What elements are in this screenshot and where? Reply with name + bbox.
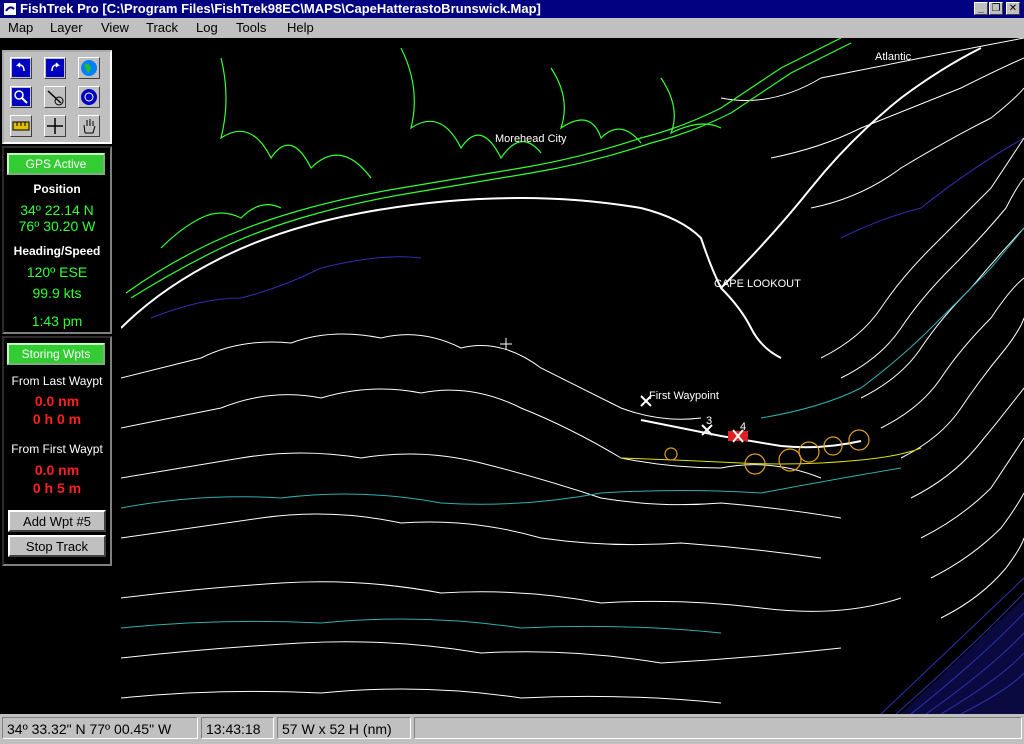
heading-speed-label: Heading/Speed xyxy=(13,244,101,258)
storing-wpts-button[interactable]: Storing Wpts xyxy=(7,343,105,365)
title-bar: FishTrek Pro [C:\Program Files\FishTrek9… xyxy=(0,0,1024,18)
app-icon xyxy=(4,3,16,15)
menu-log[interactable]: Log xyxy=(196,20,218,36)
outer-banks xyxy=(720,47,982,289)
clock: 13:43:18 xyxy=(201,717,274,739)
menu-tools[interactable]: Tools xyxy=(236,20,266,36)
from-first-distance: 0.0 nm xyxy=(34,462,80,478)
gps-active-button[interactable]: GPS Active xyxy=(7,153,105,175)
gps-time-value: 1:43 pm xyxy=(31,313,83,329)
speed-value: 99.9 kts xyxy=(32,285,82,301)
pan-tool[interactable] xyxy=(78,115,100,137)
stop-track-button[interactable]: Stop Track xyxy=(8,535,106,557)
menu-layer[interactable]: Layer xyxy=(50,20,83,36)
from-last-label: From Last Waypt xyxy=(11,374,103,388)
menu-bar: Map Layer View Track Log Tools Help xyxy=(0,18,1024,38)
status-message xyxy=(414,717,1022,739)
menu-map[interactable]: Map xyxy=(8,20,33,36)
from-last-time: 0 h 0 m xyxy=(32,411,82,427)
deep-water-region xyxy=(901,598,1024,714)
label-cape-lookout: CAPE LOOKOUT xyxy=(714,278,801,290)
crosshair-icon xyxy=(47,118,63,134)
ruler-tool[interactable] xyxy=(10,115,32,137)
redo-tool[interactable] xyxy=(44,57,66,79)
map-canvas[interactable]: Atlantic Morehead City CAPE LOOKOUT Firs… xyxy=(121,38,1024,714)
toolbox xyxy=(2,50,112,144)
zoom-icon xyxy=(12,88,30,106)
label-morehead-city: Morehead City xyxy=(495,133,567,145)
label-waypoint-4: 4 xyxy=(740,421,746,433)
target-icon xyxy=(81,89,97,105)
chart-view: Atlantic Morehead City CAPE LOOKOUT Firs… xyxy=(121,38,1024,714)
label-atlantic: Atlantic xyxy=(875,51,912,63)
globe-icon xyxy=(81,60,97,76)
measure-tool[interactable] xyxy=(44,86,66,108)
measure-icon xyxy=(47,90,64,106)
from-first-time: 0 h 5 m xyxy=(32,480,82,496)
shelf-contours xyxy=(121,227,1024,634)
cursor-position: 34º 33.32" N 77º 00.45" W xyxy=(2,717,198,739)
undo-tool[interactable] xyxy=(10,57,32,79)
from-first-label: From First Waypt xyxy=(11,442,103,456)
globe-tool[interactable] xyxy=(78,57,100,79)
gps-panel: GPS Active Position 34º 22.14 N 76º 30.2… xyxy=(2,146,112,334)
menu-view[interactable]: View xyxy=(101,20,129,36)
position-label: Position xyxy=(33,182,81,196)
maximize-button[interactable]: ❐ xyxy=(989,2,1003,15)
redo-icon xyxy=(46,59,64,77)
target-tool[interactable] xyxy=(78,86,100,108)
control-panel: GPS Active Position 34º 22.14 N 76º 30.2… xyxy=(0,38,121,714)
status-bar: 34º 33.32" N 77º 00.45" W 13:43:18 57 W … xyxy=(0,714,1024,744)
map-extent: 57 W x 52 H (nm) xyxy=(277,717,411,739)
heading-value: 120º ESE xyxy=(26,264,88,280)
label-waypoint-3: 3 xyxy=(706,415,712,427)
zoom-tool[interactable] xyxy=(10,86,32,108)
crosshair-tool[interactable] xyxy=(44,115,66,137)
longitude-value: 76º 30.20 W xyxy=(18,218,96,234)
menu-track[interactable]: Track xyxy=(146,20,178,36)
waypoint-route xyxy=(640,419,862,449)
from-last-distance: 0.0 nm xyxy=(34,393,80,409)
waypoint-panel: Storing Wpts From Last Waypt 0.0 nm 0 h … xyxy=(2,336,112,566)
add-waypoint-button[interactable]: Add Wpt #5 xyxy=(8,510,106,532)
label-first-waypoint: First Waypoint xyxy=(649,390,719,402)
ruler-icon xyxy=(12,121,30,131)
coastline xyxy=(125,38,852,299)
latitude-value: 34º 22.14 N xyxy=(20,202,94,218)
pan-hand-icon xyxy=(83,119,96,134)
close-button[interactable]: ✕ xyxy=(1006,2,1020,15)
minimize-button[interactable]: _ xyxy=(974,2,988,15)
window-title: FishTrek Pro [C:\Program Files\FishTrek9… xyxy=(20,1,541,16)
barrier-island xyxy=(121,196,782,359)
undo-icon xyxy=(12,59,30,77)
menu-help[interactable]: Help xyxy=(287,20,314,36)
